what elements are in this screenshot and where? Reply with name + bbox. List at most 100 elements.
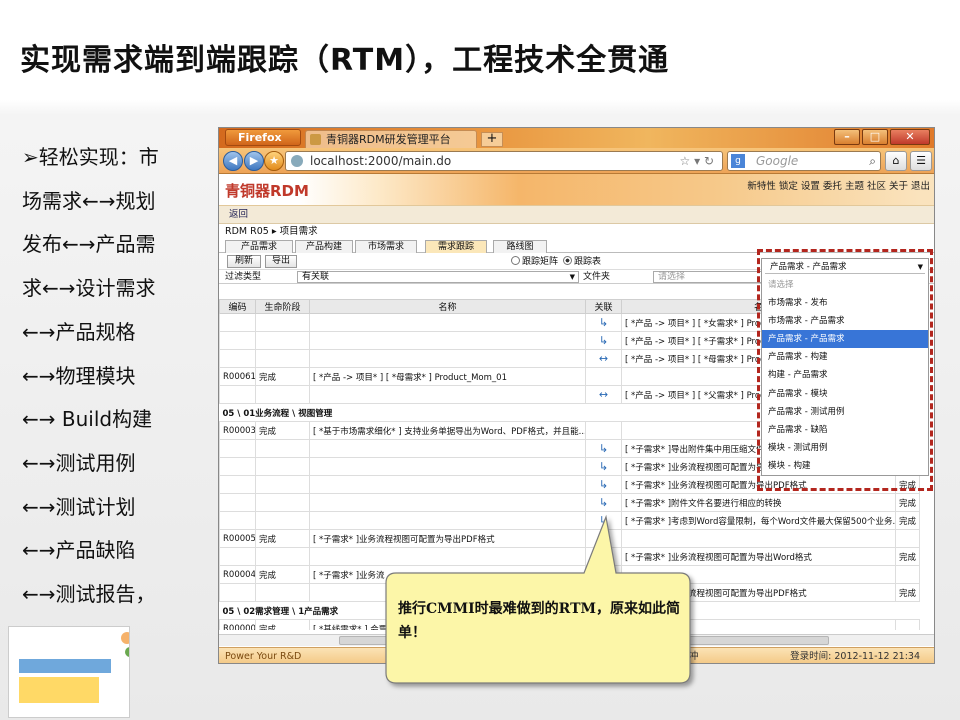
top-menu-item[interactable]: 主题 [845,181,864,192]
cell-name [309,493,586,512]
col-header-relation[interactable]: 关联 [585,299,622,314]
cell-name: [ *基于市场需求细化* ] 支持业务单据导出为Word、PDF格式，并且能..… [309,421,586,440]
cell-name [309,475,586,494]
tab-4[interactable]: 路线图 [493,240,547,253]
cell-rel[interactable]: ↳ [585,313,622,332]
slogan: Power Your R&D [225,651,302,662]
feature-line: ←→产品缺陷 [22,538,136,563]
site-identity-icon [291,155,303,167]
back-arrow-icon[interactable]: ◀ [223,151,243,171]
top-menu-item[interactable]: 委托 [823,181,842,192]
cell-stage: 完成 [255,565,310,584]
cell-stage [255,349,310,368]
tab-0[interactable]: 产品需求 [225,240,293,253]
cell-stage: 完成 [255,367,310,386]
tab-3[interactable]: 需求跟踪 [425,240,487,253]
cell-stage [255,475,310,494]
refresh-button[interactable]: 刷新 [227,255,261,268]
feature-line: 场需求←→规划 [22,188,156,213]
back-link[interactable]: 返回 [219,206,934,224]
cell-rel[interactable]: ↳ [585,457,622,476]
search-icon[interactable]: ⌕ [869,152,876,170]
bookmark-star-icon[interactable]: ★ [264,151,284,171]
top-menu-item[interactable]: 设置 [801,181,820,192]
feature-line: ←→产品规格 [22,319,136,344]
browser-tab-bar: Firefox 青铜器RDM研发管理平台 + – □ ✕ [219,128,934,148]
export-button[interactable]: 导出 [265,255,297,268]
new-tab-button[interactable]: + [481,132,503,147]
cell-name: [ *产品 -> 项目* ] [ *母需求* ] Product_Mom_01 [309,367,586,386]
cell-rel[interactable]: ↔ [585,349,622,368]
cell-name [309,349,586,368]
cell-code [219,331,256,350]
cell-rel[interactable]: ↳ [585,439,622,458]
cell-code [219,475,256,494]
feature-line: ←→物理模块 [22,363,136,388]
top-menu-item[interactable]: 社区 [867,181,886,192]
cell-status [895,565,920,584]
slide-title: 实现需求端到端跟踪（RTM），工程技术全贯通 [20,43,670,78]
cell-rel[interactable] [585,421,622,440]
search-input[interactable]: g Google ⌕ [727,151,881,171]
cell-status: 完成 [895,547,920,566]
cell-code [219,349,256,368]
radio-table[interactable]: 跟踪表 [563,254,601,270]
cell-rel[interactable] [585,367,622,386]
cell-code [219,493,256,512]
top-menu-item[interactable]: 退出 [911,181,930,192]
cell-code [219,547,256,566]
col-header-name[interactable]: 名称 [309,299,586,314]
reload-icon[interactable]: ☆ ▾ ↻ [680,152,714,170]
feature-line: ←→测试计划 [22,494,136,519]
cell-code [219,511,256,530]
cell-rel[interactable]: ↔ [585,385,622,404]
radio-matrix[interactable]: 跟踪矩阵 [511,254,558,270]
cell-code [219,439,256,458]
breadcrumb: RDM R05 ▸ 项目需求 [225,226,318,237]
cell-code [219,457,256,476]
cell-code: R00004 [219,565,256,584]
firefox-menu-button[interactable]: Firefox [225,129,301,146]
cell-code [219,583,256,602]
cell-status [895,529,920,548]
url-input[interactable]: localhost:2000/main.do ☆ ▾ ↻ [285,151,723,171]
col-header-code[interactable]: 编码 [219,299,256,314]
top-menu-item[interactable]: 锁定 [779,181,798,192]
maximize-icon[interactable]: □ [862,129,888,145]
cell-stage [255,457,310,476]
browser-tab[interactable]: 青铜器RDM研发管理平台 [305,130,477,148]
login-time: 登录时间: 2012-11-12 21:34 [790,651,920,662]
highlight-box [757,249,933,491]
minimize-icon[interactable]: – [834,129,860,145]
top-menu-item[interactable]: 新特性 [747,181,776,192]
cell-name [309,313,586,332]
cell-stage [255,583,310,602]
table-row[interactable]: ↳[ *子需求* ]附件文件名要进行相应的转换 完成 [219,493,920,512]
cell-rel[interactable]: ↳ [585,493,622,512]
tab-2[interactable]: 市场需求 [355,240,417,253]
app-header: 青铜器RDM 新特性 锁定 设置 委托 主题 社区 关于 退出 [219,174,934,206]
cell-stage [255,331,310,350]
cell-code: R00000 [219,619,256,630]
rdm-diagram-thumbnail [8,626,130,718]
top-menu-item[interactable]: 关于 [889,181,908,192]
cell-rel[interactable]: ↳ [585,331,622,350]
menu-icon[interactable]: ☰ [910,151,932,171]
cell-stage [255,439,310,458]
top-menu: 新特性 锁定 设置 委托 主题 社区 关于 退出 [744,178,930,192]
feature-line: ←→ Build构建 [22,407,153,432]
tab-1[interactable]: 产品构建 [295,240,353,253]
col-header-stage[interactable]: 生命阶段 [255,299,310,314]
feature-description: ➢轻松实现：市 场需求←→规划 发布←→产品需 求←→设计需求 ←→产品规格 ←→物理模块… [22,136,202,660]
cell-status [895,619,920,630]
cell-code: R00003 [219,421,256,440]
home-icon[interactable]: ⌂ [885,151,907,171]
cell-code [219,313,256,332]
cell-rel[interactable]: ↳ [585,475,622,494]
feature-line: ➢轻松实现：市 [22,145,159,169]
filter-type-select[interactable]: 有关联 ▼ [297,271,579,283]
cell-code [219,385,256,404]
folder-select[interactable]: 请选择 [653,271,763,283]
forward-arrow-icon[interactable]: ▶ [244,151,264,171]
close-icon[interactable]: ✕ [890,129,930,145]
